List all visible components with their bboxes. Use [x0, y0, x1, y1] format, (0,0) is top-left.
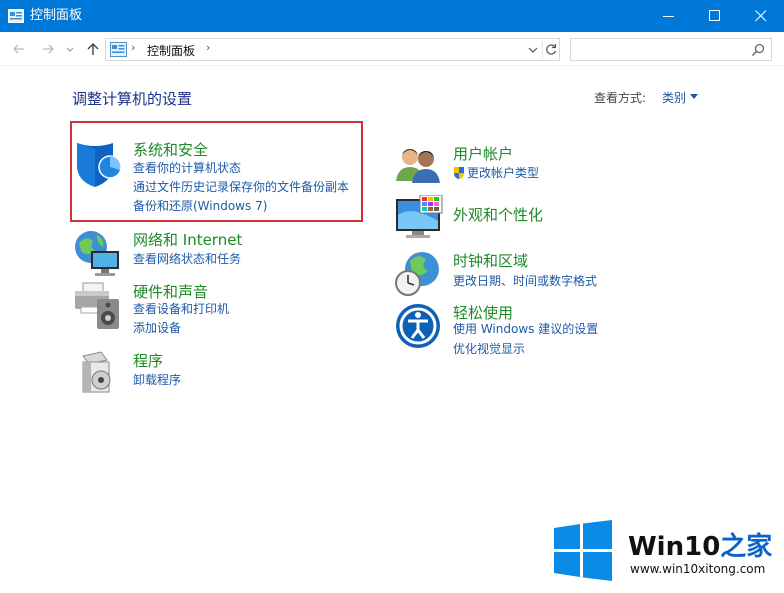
link-add-device[interactable]: 添加设备	[133, 321, 181, 335]
close-button[interactable]	[738, 0, 784, 32]
link-file-history-backup[interactable]: 通过文件历史记录保存你的文件备份副本	[133, 180, 349, 194]
search-icon[interactable]	[751, 43, 765, 57]
category-name[interactable]: 时钟和区域	[453, 250, 528, 271]
view-by-label: 查看方式:	[594, 91, 647, 105]
category-name[interactable]: 硬件和声音	[133, 281, 208, 302]
search-input[interactable]	[575, 41, 745, 58]
refresh-icon	[546, 44, 557, 55]
arrow-up-icon	[87, 43, 99, 55]
users-icon[interactable]	[394, 143, 444, 193]
back-button[interactable]	[9, 40, 29, 58]
link-change-date-time-format[interactable]: 更改日期、时间或数字格式	[453, 274, 597, 288]
control-panel-icon	[8, 9, 24, 23]
watermark-url: www.win10xitong.com	[630, 562, 766, 576]
chevron-down-icon	[528, 47, 538, 53]
watermark-brand-suffix: 之家	[720, 532, 773, 562]
breadcrumb-separator[interactable]: ›	[131, 41, 135, 54]
navigation-bar: › 控制面板 ›	[0, 32, 784, 66]
category-name[interactable]: 用户帐户	[453, 143, 513, 164]
chevron-down-icon	[66, 47, 74, 52]
category-name[interactable]: 外观和个性化	[453, 204, 543, 225]
refresh-button[interactable]	[542, 41, 559, 58]
uac-shield-icon	[454, 167, 464, 179]
address-bar[interactable]: › 控制面板 ›	[105, 38, 560, 61]
search-box[interactable]	[570, 38, 772, 61]
title-bar: 控制面板	[0, 0, 784, 32]
clock-globe-icon[interactable]	[394, 249, 444, 299]
page-title: 调整计算机的设置	[72, 90, 193, 108]
printer-icon[interactable]	[73, 281, 123, 331]
link-uninstall-program[interactable]: 卸载程序	[133, 373, 181, 387]
view-by-dropdown[interactable]: 类别	[662, 89, 686, 106]
windows-logo-icon	[554, 520, 612, 581]
minimize-icon	[663, 16, 674, 17]
breadcrumb-separator[interactable]: ›	[206, 41, 210, 54]
link-view-network-status[interactable]: 查看网络状态和任务	[133, 252, 241, 266]
ease-of-access-icon[interactable]	[394, 302, 444, 352]
address-dropdown-button[interactable]	[526, 42, 540, 57]
watermark-brand-win10: Win10	[628, 532, 721, 562]
category-name[interactable]: 网络和 Internet	[133, 229, 242, 250]
category-name[interactable]: 轻松使用	[453, 302, 513, 323]
link-devices-printers[interactable]: 查看设备和打印机	[133, 302, 229, 316]
view-by: 查看方式: 类别	[594, 89, 698, 106]
minimize-button[interactable]	[646, 0, 692, 32]
link-use-recommended-settings[interactable]: 使用 Windows 建议的设置	[453, 322, 598, 336]
network-globe-icon[interactable]	[73, 229, 123, 279]
arrow-left-icon	[13, 44, 24, 54]
control-panel-icon	[110, 42, 127, 57]
watermark-brand: Win10之家	[628, 526, 772, 563]
category-name[interactable]: 系统和安全	[133, 139, 208, 160]
link-backup-restore[interactable]: 备份和还原(Windows 7)	[133, 199, 267, 213]
forward-button[interactable]	[38, 40, 58, 58]
link-view-computer-status[interactable]: 查看你的计算机状态	[133, 161, 241, 175]
appearance-monitor-icon[interactable]	[394, 195, 444, 245]
shield-icon[interactable]	[73, 139, 123, 189]
maximize-icon	[709, 10, 720, 21]
maximize-button[interactable]	[692, 0, 738, 32]
watermark: Win10之家 www.win10xitong.com	[552, 520, 777, 582]
up-button[interactable]	[83, 40, 103, 58]
arrow-right-icon	[43, 44, 54, 54]
programs-icon[interactable]	[73, 350, 123, 400]
link-change-account-type[interactable]: 更改帐户类型	[467, 166, 539, 180]
breadcrumb-control-panel[interactable]: 控制面板	[147, 42, 195, 59]
link-optimize-display[interactable]: 优化视觉显示	[453, 342, 525, 356]
recent-locations-button[interactable]	[64, 40, 76, 58]
close-icon	[755, 10, 767, 22]
caret-down-icon[interactable]	[690, 94, 698, 99]
category-name[interactable]: 程序	[133, 350, 163, 371]
window-title: 控制面板	[30, 8, 83, 23]
